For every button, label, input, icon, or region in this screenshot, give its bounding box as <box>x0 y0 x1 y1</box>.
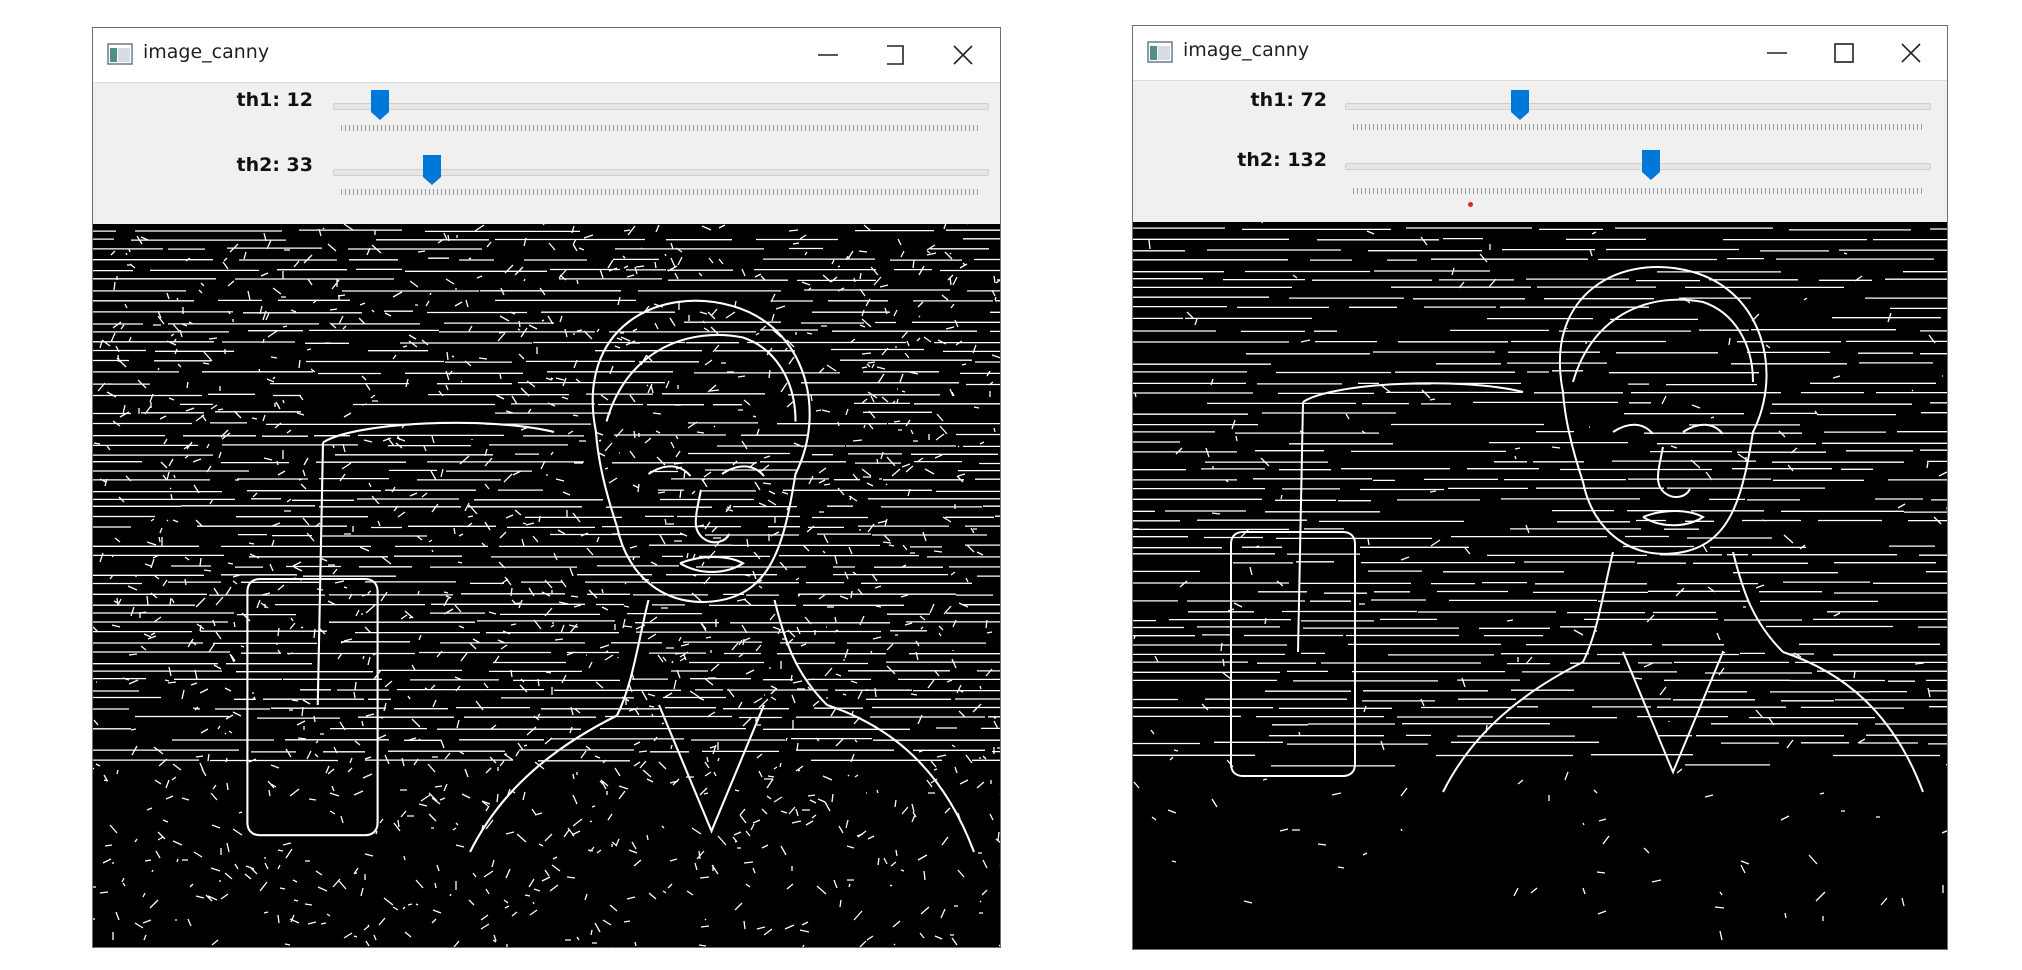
th1-slider-thumb[interactable] <box>1510 89 1530 121</box>
left-canny-window: image_canny th1: 12 th2: 33 <box>92 27 1001 948</box>
maximize-button[interactable] <box>861 28 931 82</box>
canny-edge-image <box>1133 222 1947 949</box>
hair-outline <box>605 333 797 422</box>
collar <box>658 704 765 834</box>
edge-texture <box>93 224 1000 947</box>
close-icon <box>953 45 973 65</box>
right-canny-window: image_canny th1: 72 th2: 132 <box>1132 25 1948 950</box>
minimize-button[interactable] <box>793 28 863 82</box>
right-trackbar-panel: th1: 72 th2: 132 <box>1133 81 1947 221</box>
shoulder-right <box>826 704 975 853</box>
th1-ticks <box>1353 124 1923 130</box>
th2-slider-thumb[interactable] <box>422 154 442 186</box>
canny-edge-image <box>93 224 1000 947</box>
window-title: image_canny <box>143 41 270 63</box>
minimize-button[interactable] <box>1742 26 1812 80</box>
edge-map-graphic <box>93 224 1000 947</box>
mouth <box>1642 510 1705 527</box>
edge-lines <box>93 224 1000 947</box>
shoulder-left <box>469 714 618 853</box>
nose <box>1657 446 1691 498</box>
right-eye <box>721 465 765 477</box>
maximize-icon <box>887 45 904 65</box>
th1-slider[interactable] <box>333 103 989 110</box>
th2-ticks <box>341 189 981 195</box>
minimize-icon <box>1767 52 1787 54</box>
th1-label: th1: 72 <box>1250 89 1327 111</box>
minimize-icon <box>818 54 838 56</box>
close-button[interactable] <box>1876 26 1946 80</box>
hair-outline <box>1572 298 1754 383</box>
neck-left <box>1582 551 1614 663</box>
close-icon <box>1901 43 1921 63</box>
th2-slider[interactable] <box>1345 163 1931 170</box>
phone <box>246 577 379 837</box>
edge-texture <box>1133 222 1947 941</box>
th2-slider-thumb[interactable] <box>1641 149 1661 181</box>
th1-label: th1: 12 <box>236 89 313 111</box>
right-title-bar[interactable]: image_canny <box>1133 26 1947 81</box>
maximize-button[interactable] <box>1809 26 1879 80</box>
th1-ticks <box>341 125 981 131</box>
collar <box>1622 651 1724 775</box>
mouth <box>679 555 746 573</box>
cursor-marker <box>1468 202 1473 207</box>
app-window-icon <box>1147 41 1173 63</box>
edge-lines <box>1133 222 1947 941</box>
app-window-icon <box>107 43 133 65</box>
edge-map-graphic <box>1133 222 1947 941</box>
th2-ticks <box>1353 188 1923 194</box>
left-title-bar[interactable]: image_canny <box>93 28 1000 83</box>
window-title: image_canny <box>1183 39 1310 61</box>
th1-slider[interactable] <box>1345 103 1931 110</box>
left-trackbar-panel: th1: 12 th2: 33 <box>93 83 1000 223</box>
maximize-icon <box>1834 43 1854 63</box>
shoulder-left <box>1442 661 1584 793</box>
th2-label: th2: 33 <box>236 154 313 176</box>
close-button[interactable] <box>928 28 998 82</box>
th2-label: th2: 132 <box>1237 149 1327 171</box>
th1-slider-thumb[interactable] <box>370 89 390 121</box>
